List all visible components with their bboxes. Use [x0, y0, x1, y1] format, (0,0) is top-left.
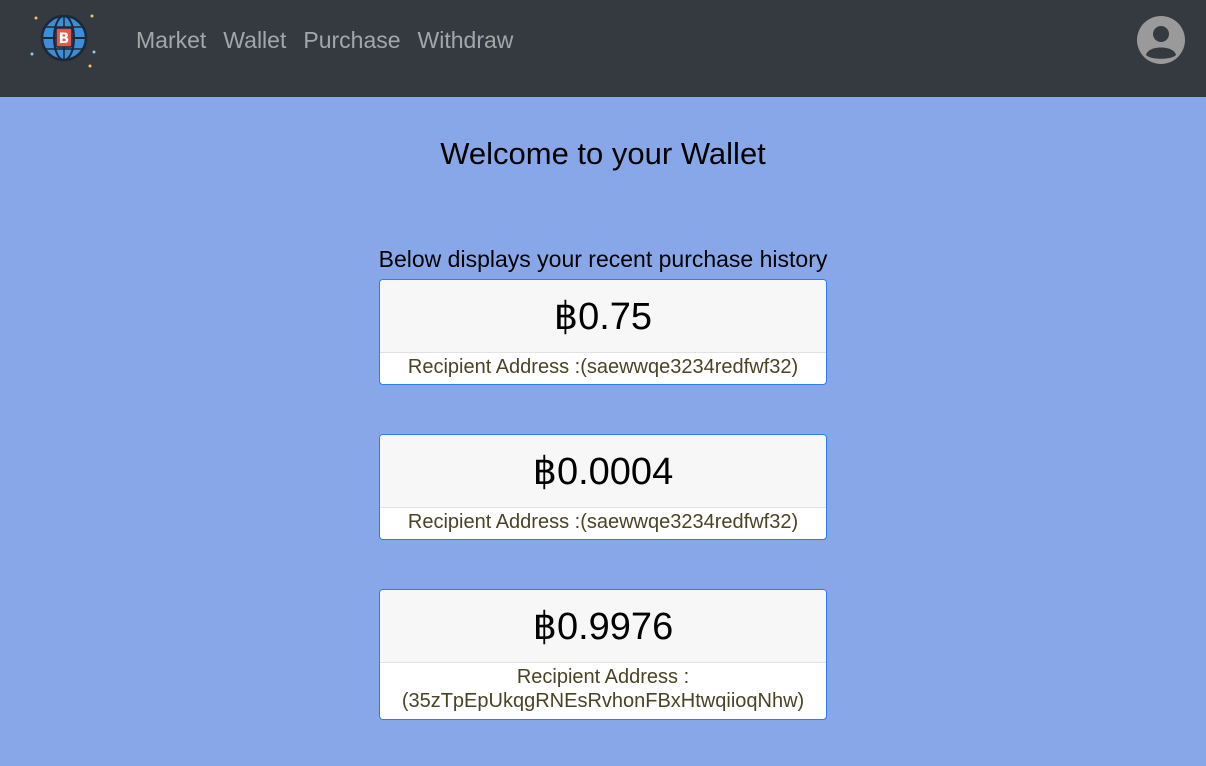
recipient-info: Recipient Address :(saewwqe3234redfwf32) [380, 508, 826, 539]
recipient-label: Recipient Address : [407, 356, 581, 378]
recipient-address: (35zTpEpUkqgRNEsRvhonFBxHtwqiioqNhw) [401, 690, 805, 712]
transaction-amount: ฿0.75 [380, 280, 826, 353]
transaction-card: ฿0.75 Recipient Address :(saewwqe3234red… [379, 279, 827, 385]
transaction-card: ฿0.0004 Recipient Address :(saewwqe3234r… [379, 434, 827, 540]
recipient-address: (saewwqe3234redfwf32) [580, 356, 799, 378]
recipient-label: Recipient Address : [407, 511, 581, 533]
recipient-info: Recipient Address : (35zTpEpUkqgRNEsRvho… [380, 663, 826, 719]
recipient-info: Recipient Address :(saewwqe3234redfwf32) [380, 353, 826, 384]
recipient-address: (saewwqe3234redfwf32) [580, 511, 799, 533]
transaction-amount: ฿0.0004 [380, 435, 826, 508]
transaction-card: ฿0.9976 Recipient Address : (35zTpEpUkqg… [379, 589, 827, 720]
transaction-amount: ฿0.9976 [380, 590, 826, 663]
page-title: Welcome to your Wallet [440, 136, 766, 171]
recipient-label: Recipient Address : [516, 666, 690, 688]
history-subtitle: Below displays your recent purchase hist… [378, 246, 828, 272]
